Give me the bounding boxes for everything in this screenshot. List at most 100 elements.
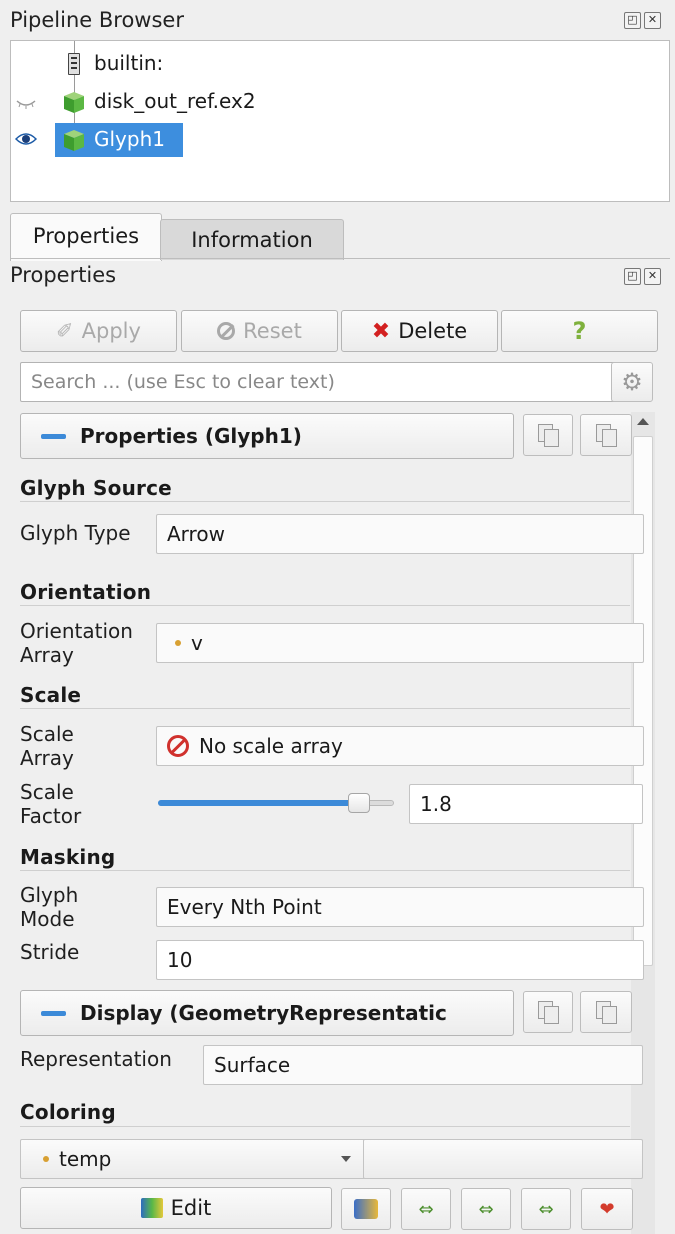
tree-item-builtin[interactable]: builtin: <box>11 45 669 81</box>
collapse-minus-icon <box>41 433 66 439</box>
preset-icon <box>354 1199 378 1219</box>
tree-item-disk-out-ref[interactable]: disk_out_ref.ex2 <box>11 83 669 119</box>
tab-information[interactable]: Information <box>160 219 344 260</box>
rescale-custom-icon: ⇔ <box>478 1198 494 1220</box>
section-glyph-source: Glyph Source <box>20 476 172 500</box>
copy-icon <box>538 1001 559 1024</box>
pipeline-browser-title: Pipeline Browser <box>10 8 184 32</box>
representation-select[interactable]: Surface <box>203 1045 643 1085</box>
scale-factor-slider[interactable] <box>158 793 394 813</box>
edit-label: Edit <box>170 1196 212 1220</box>
reset-label: Reset <box>243 319 302 343</box>
rescale-data-range-button[interactable]: ⇔ <box>401 1188 451 1230</box>
paste-icon <box>596 1001 617 1024</box>
slider-handle[interactable] <box>348 793 370 813</box>
divider <box>20 870 630 871</box>
eye-open-icon[interactable] <box>14 131 38 145</box>
no-entry-icon <box>167 735 189 757</box>
stride-value: 10 <box>167 948 193 972</box>
copy-display-button[interactable] <box>523 991 573 1033</box>
scale-array-label: Scale Array <box>20 722 74 770</box>
paste-icon <box>596 424 617 447</box>
dataset-cube-icon <box>61 127 87 153</box>
close-icon[interactable]: ✕ <box>644 268 661 285</box>
slider-fill <box>158 800 358 806</box>
tab-baseline <box>10 258 670 259</box>
glyph-type-value: Arrow <box>167 522 225 546</box>
delete-label: Delete <box>398 319 468 343</box>
paste-properties-button[interactable] <box>580 414 632 456</box>
glyph-type-label: Glyph Type <box>20 521 131 545</box>
point-array-icon <box>175 640 181 646</box>
stride-label: Stride <box>20 940 80 964</box>
search-input[interactable]: Search ... (use Esc to clear text) <box>20 362 618 402</box>
glyph-mode-label: Glyph Mode <box>20 883 79 931</box>
reset-icon <box>217 322 236 340</box>
divider <box>20 1126 630 1127</box>
apply-label: Apply <box>81 319 141 343</box>
paste-display-button[interactable] <box>580 991 632 1033</box>
properties-header-label: Properties (Glyph1) <box>80 424 302 448</box>
choose-preset-button[interactable] <box>341 1188 391 1230</box>
tree-item-label: builtin: <box>94 51 164 75</box>
coloring-value: temp <box>59 1147 112 1171</box>
orientation-array-value: v <box>191 631 203 655</box>
scale-factor-value: 1.8 <box>420 792 452 816</box>
delete-icon: ✖ <box>371 318 391 344</box>
help-button[interactable]: ? <box>501 310 658 352</box>
scale-factor-input[interactable]: 1.8 <box>409 784 643 824</box>
properties-panel-title: Properties <box>10 263 117 287</box>
colormap-icon <box>140 1198 163 1218</box>
divider <box>20 708 630 709</box>
chevron-down-icon <box>341 1156 351 1162</box>
scale-factor-label: Scale Factor <box>20 780 82 828</box>
properties-group-header[interactable]: Properties (Glyph1) <box>20 413 514 459</box>
float-icon[interactable]: ◰ <box>624 268 641 285</box>
orientation-array-select[interactable]: v <box>156 623 644 663</box>
glyph-mode-value: Every Nth Point <box>167 895 322 919</box>
pipeline-dock-controls: ◰ ✕ <box>624 12 661 29</box>
point-array-icon <box>43 1156 49 1162</box>
tab-properties[interactable]: Properties <box>10 213 162 261</box>
scroll-up-arrow[interactable] <box>637 418 649 425</box>
properties-dock-controls: ◰ ✕ <box>624 268 661 285</box>
orientation-array-label: Orientation Array <box>20 619 133 667</box>
section-coloring: Coloring <box>20 1100 116 1124</box>
server-icon <box>68 53 80 75</box>
edit-colormap-button[interactable]: Edit <box>20 1187 332 1229</box>
glyph-mode-select[interactable]: Every Nth Point <box>156 887 644 927</box>
delete-button[interactable]: ✖ Delete <box>341 310 498 352</box>
rescale-icon: ⇔ <box>418 1198 434 1220</box>
tree-item-label: Glyph1 <box>94 127 165 151</box>
section-masking: Masking <box>20 845 116 869</box>
glyph-type-select[interactable]: Arrow <box>156 514 644 554</box>
pipeline-tree[interactable]: builtin: disk_out_ref.ex2 Glyph1 <box>10 40 670 202</box>
eye-closed-icon[interactable] <box>15 95 37 109</box>
apply-button[interactable]: ✐ Apply <box>20 310 177 352</box>
display-header-label: Display (GeometryRepresentatic <box>80 1001 447 1025</box>
coloring-select[interactable]: temp <box>20 1139 366 1179</box>
display-group-header[interactable]: Display (GeometryRepresentatic <box>20 990 514 1036</box>
float-icon[interactable]: ◰ <box>624 12 641 29</box>
coloring-component-select[interactable] <box>363 1139 643 1179</box>
tab-bar: Properties Information <box>10 213 670 261</box>
help-icon: ? <box>572 317 587 345</box>
copy-properties-button[interactable] <box>523 414 573 456</box>
dataset-cube-icon <box>61 89 87 115</box>
section-scale: Scale <box>20 683 82 707</box>
divider <box>20 605 630 606</box>
gear-icon: ⚙ <box>621 368 643 396</box>
rescale-custom-range-button[interactable]: ⇔ <box>461 1188 511 1230</box>
close-icon[interactable]: ✕ <box>644 12 661 29</box>
rescale-temporal-range-button[interactable]: ⇔ <box>521 1188 571 1230</box>
save-preset-button[interactable]: ❤ <box>581 1188 633 1230</box>
collapse-minus-icon <box>41 1010 66 1016</box>
representation-label: Representation <box>20 1047 172 1071</box>
heart-folder-icon: ❤ <box>599 1198 615 1220</box>
advanced-settings-button[interactable]: ⚙ <box>611 362 653 402</box>
reset-button[interactable]: Reset <box>181 310 338 352</box>
tree-item-glyph1[interactable]: Glyph1 <box>11 121 669 157</box>
scale-array-value: No scale array <box>199 734 343 758</box>
scale-array-select[interactable]: No scale array <box>156 726 644 766</box>
stride-input[interactable]: 10 <box>156 940 644 980</box>
